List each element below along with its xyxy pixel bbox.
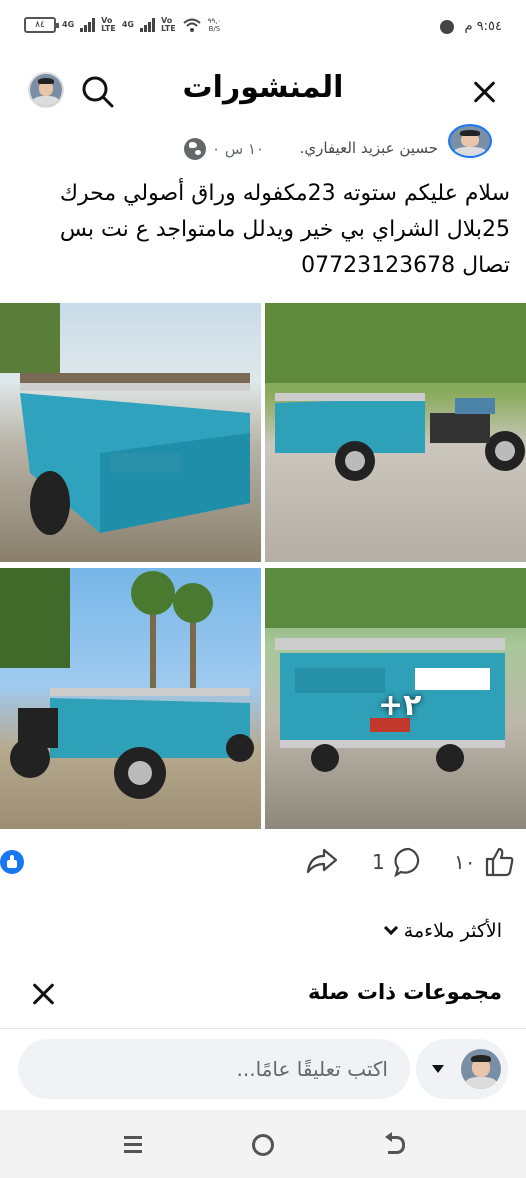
related-groups-title: مجموعات ذات صلة [307,980,502,1004]
author-name[interactable]: حسين عبزيد العيفاري. [300,139,438,157]
comment-button[interactable]: 1 [372,846,425,878]
tricycle-angle-image [0,568,254,799]
chevron-down-icon [383,920,398,936]
photo-3[interactable] [0,568,261,829]
photo-grid: ٢+ [0,303,526,829]
comment-input[interactable] [18,1039,410,1099]
tricycle-side-image [265,303,526,481]
related-groups-section: مجموعات ذات صلة [0,976,526,1016]
battery-icon: ٨٤ [24,17,59,33]
photo-2[interactable] [265,303,526,562]
reactions-bar: 1 ١٠ [0,842,526,882]
like-button[interactable]: ١٠ [454,846,515,878]
caret-down-icon [432,1065,444,1073]
status-right: ٩:٥٤ م [440,19,502,34]
signal-icon-2 [139,18,155,32]
profile-avatar[interactable] [28,72,64,108]
clock: ٩:٥٤ م [464,19,502,34]
author-avatar[interactable] [448,124,492,158]
comment-identity-selector[interactable] [416,1039,508,1099]
post-text: سلام عليكم ستوته 23مكفوله وراق أصولي محر… [59,181,510,278]
volte-label: Vo LTE [101,16,116,33]
volte-label-2: Vo LTE [160,16,176,33]
back-icon[interactable] [382,1130,412,1160]
close-icon[interactable] [468,76,500,108]
wifi-icon [183,18,201,32]
header: المنشورات [0,58,526,124]
network-label-2: 4G [121,20,134,29]
share-icon [306,848,338,874]
share-button[interactable] [306,846,338,874]
system-nav-bar [0,1110,526,1178]
network-label: 4G [62,20,75,29]
sort-comments-dropdown[interactable]: الأكثر ملاءمة [383,920,502,942]
battery-level: ٨٤ [35,20,45,30]
messenger-icon [440,19,455,34]
thumbs-up-icon [486,847,514,877]
network-speed: ٩٩,٠ B/S [207,17,222,33]
like-reaction-icon [0,850,24,874]
search-icon[interactable] [80,74,116,110]
tricycle-rear-image [0,303,250,535]
post-time: ١٠ س ٠ [212,140,265,158]
signal-icon [80,18,96,32]
recent-apps-icon[interactable] [118,1130,148,1160]
like-count: ١٠ [454,850,476,874]
comment-icon [393,847,419,878]
status-bar: ٨٤ 4G Vo LTE 4G Vo LTE ٩٩,٠ B/S ٩:٥٤ م [0,0,526,58]
photo-1[interactable] [0,303,261,562]
status-left: ٨٤ 4G Vo LTE 4G Vo LTE ٩٩,٠ B/S [24,17,221,33]
post-author-row: حسين عبزيد العيفاري. ١٠ س ٠ [0,124,526,168]
post-meta: ١٠ س ٠ [184,138,264,160]
commenter-avatar [461,1049,501,1089]
photo-4[interactable]: ٢+ [265,568,526,829]
comment-bar [0,1028,526,1110]
page-title: المنشورات [182,70,344,105]
globe-icon [184,138,206,160]
sort-label: الأكثر ملاءمة [403,920,502,942]
home-icon[interactable] [248,1130,278,1160]
close-icon[interactable] [30,980,58,1008]
comment-count: 1 [372,850,385,874]
more-photos-badge: ٢+ [378,688,422,723]
